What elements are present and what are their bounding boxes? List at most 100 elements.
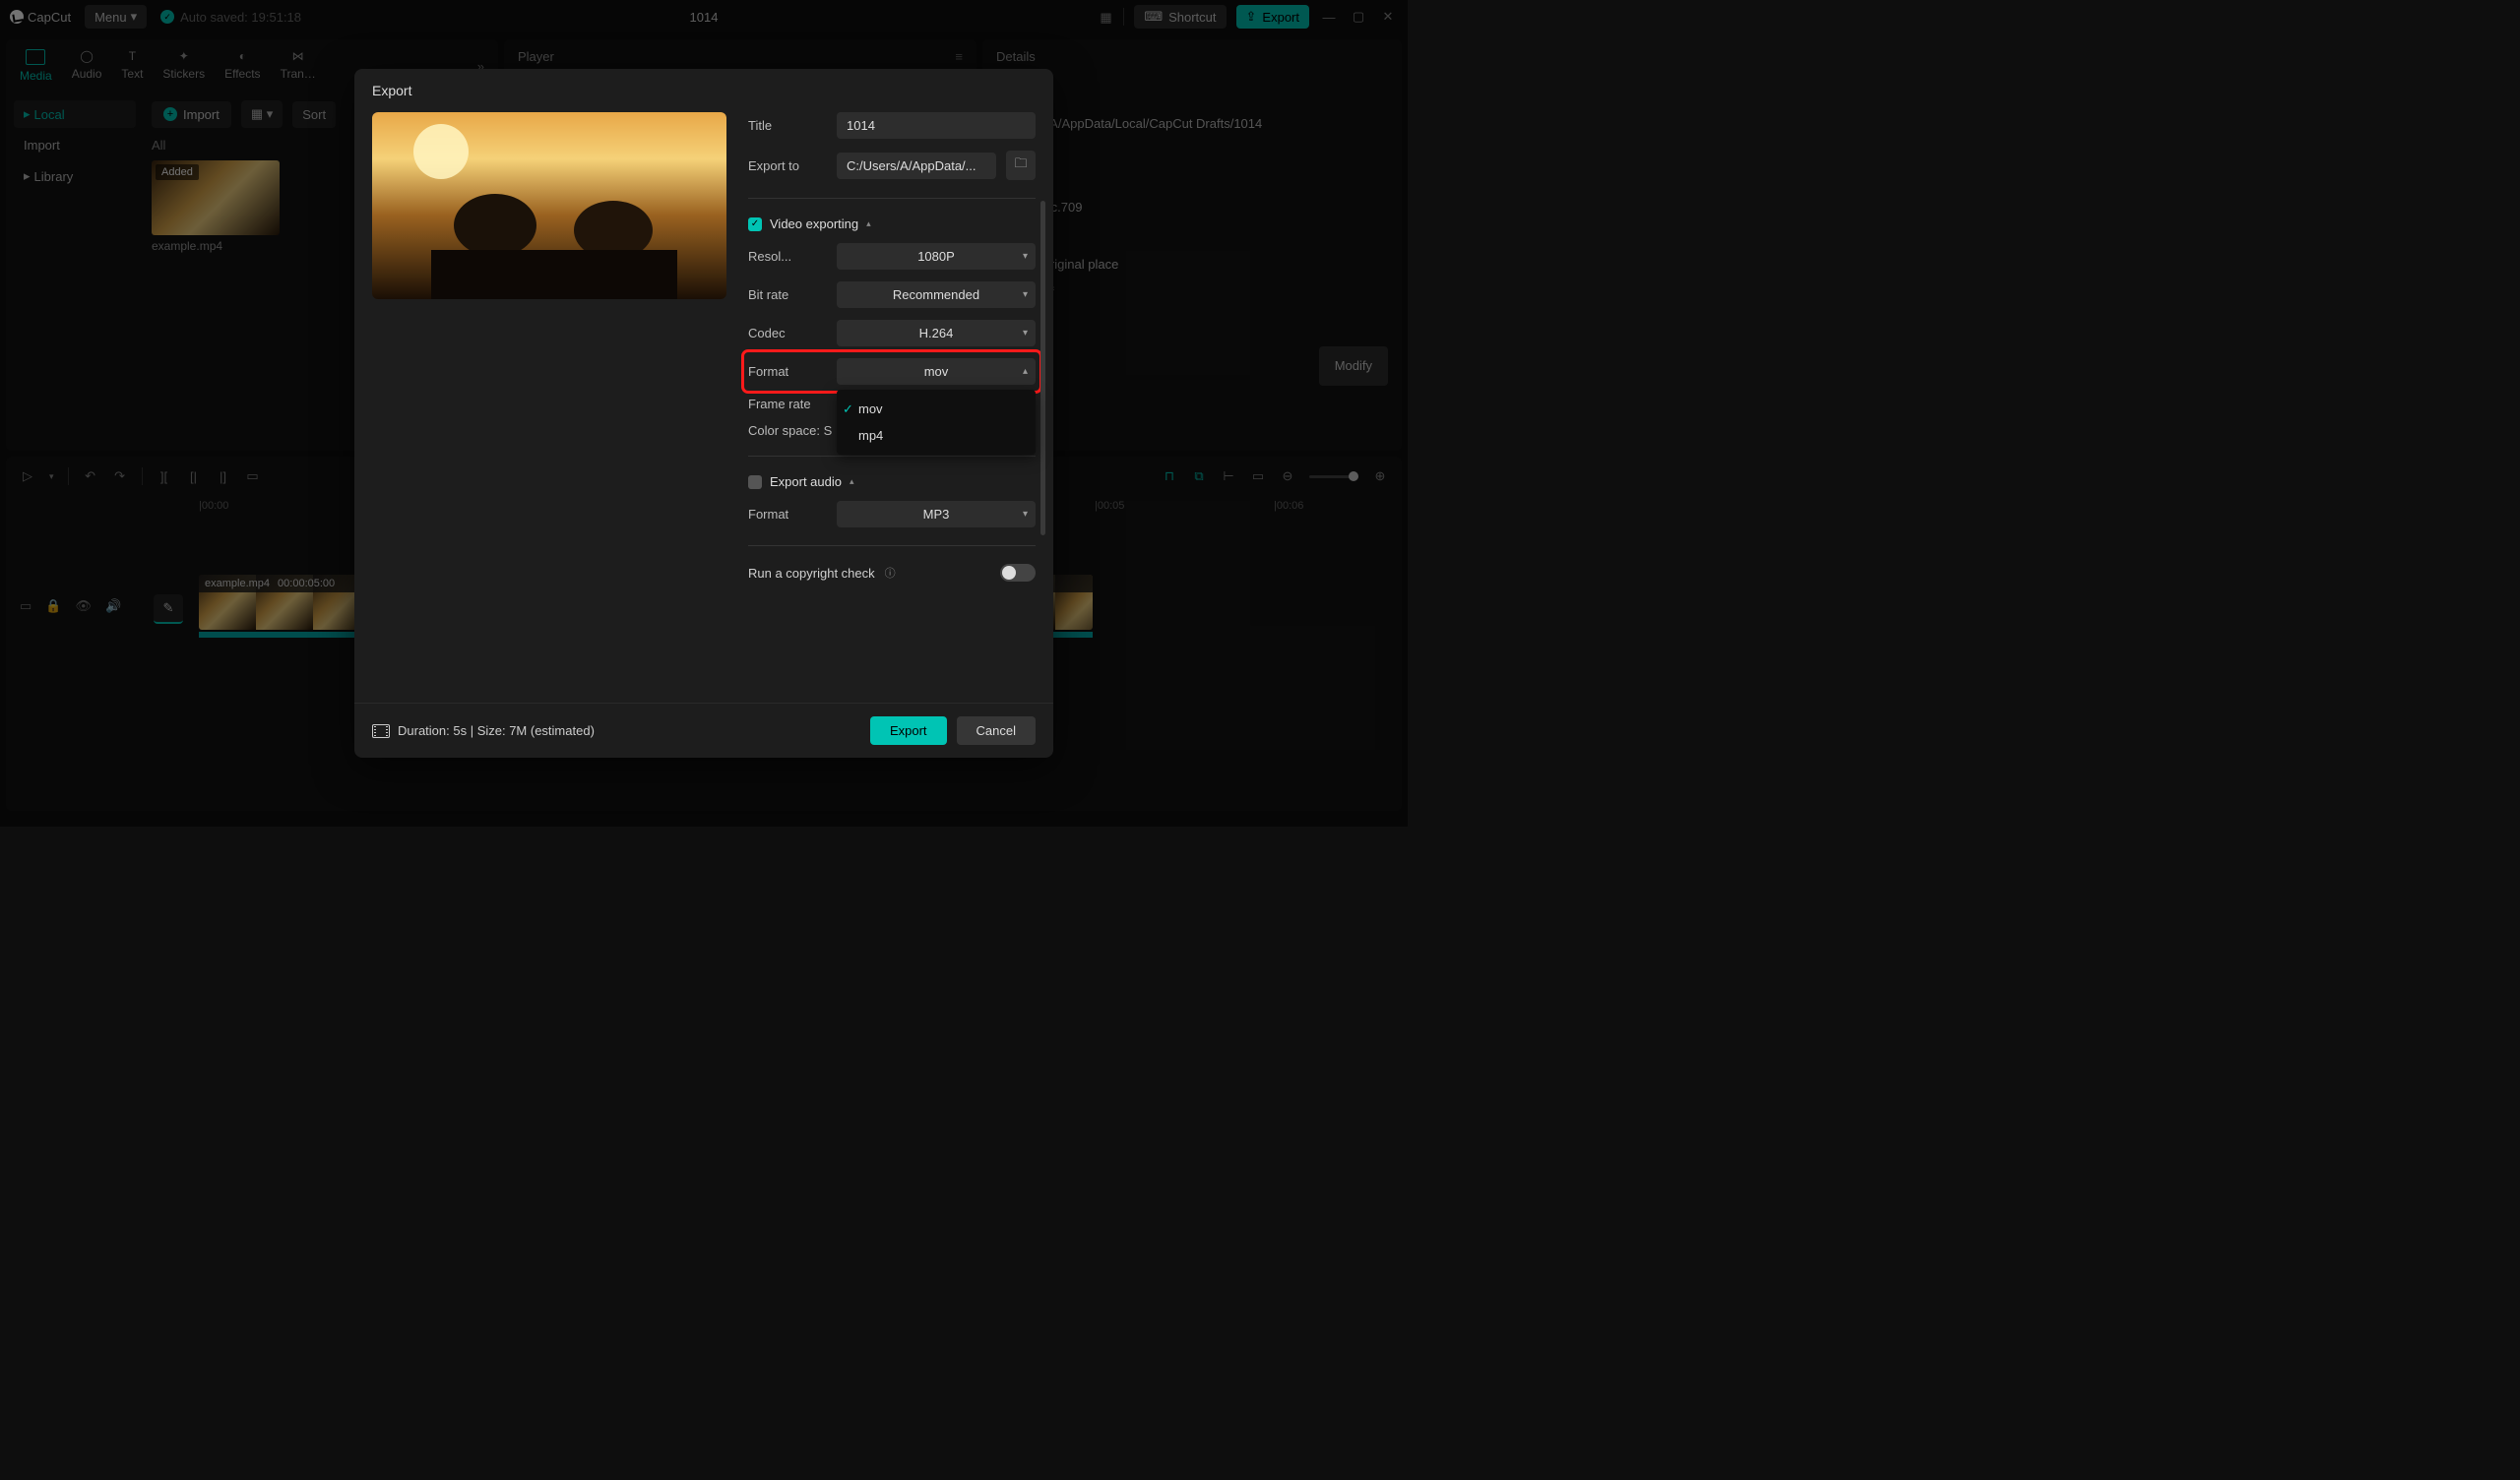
codec-label: Codec <box>748 326 827 340</box>
format-select[interactable]: mov▴ <box>837 358 1036 385</box>
resolution-label: Resol... <box>748 249 827 264</box>
plus-icon: + <box>163 107 177 121</box>
resolution-select[interactable]: 1080P▾ <box>837 243 1036 270</box>
audio-icon: ◯ <box>80 49 93 63</box>
sidenav-local[interactable]: ▸Local <box>14 100 136 128</box>
folder-icon: 🗀 <box>1014 154 1027 176</box>
format-row: Format mov▴ <box>746 354 1038 389</box>
maximize-button[interactable]: ▢ <box>1349 7 1368 27</box>
topbar-right: ▦ ⌨ Shortcut ⇪ Export — ▢ ✕ <box>1100 5 1398 29</box>
tab-effects[interactable]: ◐Effects <box>224 49 260 83</box>
separator <box>1123 8 1124 26</box>
browse-folder-button[interactable]: 🗀 <box>1006 151 1036 180</box>
track-controls: ▭ 🔒 👁 🔊 <box>20 598 121 614</box>
app-logo: CapCut <box>10 10 71 25</box>
title-input[interactable]: 1014 <box>837 112 1036 139</box>
autosave-status: ✓ Auto saved: 19:51:18 <box>160 10 301 25</box>
clip-name: example.mp4 <box>205 578 270 589</box>
link-icon[interactable]: ⧉ <box>1191 468 1207 484</box>
bitrate-select[interactable]: Recommended▾ <box>837 281 1036 308</box>
mute-icon[interactable]: 🔊 <box>105 598 121 614</box>
codec-select[interactable]: H.264▾ <box>837 320 1036 346</box>
export-icon: ⇪ <box>1246 9 1257 25</box>
audio-format-select[interactable]: MP3▾ <box>837 501 1036 527</box>
preview-illustration <box>372 112 726 299</box>
help-icon[interactable]: ⓘ <box>885 565 896 581</box>
view-mode[interactable]: ▦ ▾ <box>241 100 283 128</box>
details-sdr: SDR - Rec.709 <box>996 194 1388 222</box>
caret-icon: ▴ <box>850 476 854 487</box>
sidenav-import[interactable]: Import <box>14 132 136 158</box>
sidenav-library[interactable]: ▸Library <box>14 162 136 190</box>
tab-audio[interactable]: ◯Audio <box>72 49 102 83</box>
details-path: C:/Users/A/AppData/Local/CapCut Drafts/1… <box>996 110 1388 139</box>
shortcut-button[interactable]: ⌨ Shortcut <box>1134 5 1226 29</box>
bitrate-label: Bit rate <box>748 287 827 302</box>
media-thumb[interactable]: Added example.mp4 <box>152 160 280 253</box>
thumb-image: Added <box>152 160 280 235</box>
menu-button[interactable]: Menu ▾ <box>85 5 147 29</box>
effects-icon: ◐ <box>239 49 246 63</box>
exportto-input[interactable]: C:/Users/A/AppData/... <box>837 153 996 179</box>
clip-timecode: 00:00:05:00 <box>278 578 335 589</box>
pointer-tool-icon[interactable]: ▷ <box>20 468 35 484</box>
video-section-header[interactable]: ✓ Video exporting ▴ <box>748 216 1036 231</box>
title-label: Title <box>748 118 827 133</box>
player-title: Player <box>518 49 554 64</box>
exportto-label: Export to <box>748 158 827 173</box>
capcut-icon <box>10 10 24 24</box>
media-icon <box>26 49 45 65</box>
preview-icon[interactable]: ▭ <box>1250 468 1266 484</box>
chevron-down-icon[interactable]: ▾ <box>49 471 54 482</box>
project-title: 1014 <box>690 10 719 25</box>
details-adapted: Adapted <box>996 166 1388 195</box>
close-button[interactable]: ✕ <box>1378 7 1398 27</box>
import-button[interactable]: +Import <box>152 101 231 128</box>
expand-icon[interactable]: ▭ <box>20 598 32 614</box>
visibility-icon[interactable]: 👁 <box>75 598 92 614</box>
app-name: CapCut <box>28 10 71 25</box>
sort-select[interactable]: Sort <box>292 101 336 128</box>
zoom-out-icon[interactable]: ⊖ <box>1280 468 1295 484</box>
divider <box>748 456 1036 457</box>
details-fps: 30.00fps <box>996 222 1388 251</box>
split-icon[interactable]: ][ <box>157 468 172 484</box>
magnet-icon[interactable]: ⊓ <box>1162 468 1177 484</box>
modify-button[interactable]: Modify <box>1319 346 1388 387</box>
copyright-row: Run a copyright check ⓘ <box>748 564 1036 582</box>
minimize-button[interactable]: — <box>1319 7 1339 27</box>
layout-icon[interactable]: ▦ <box>1100 10 1113 24</box>
scrollbar[interactable] <box>1040 201 1045 535</box>
checkbox-off-icon[interactable] <box>748 475 762 489</box>
marker-icon[interactable]: ⊢ <box>1221 468 1236 484</box>
zoom-slider[interactable] <box>1309 475 1358 478</box>
export-button[interactable]: ⇪ Export <box>1236 5 1309 29</box>
modal-footer: Duration: 5s | Size: 7M (estimated) Expo… <box>354 703 1053 758</box>
cancel-button[interactable]: Cancel <box>957 716 1036 745</box>
added-badge: Added <box>156 164 199 180</box>
undo-icon[interactable]: ↶ <box>83 468 98 484</box>
trim-left-icon[interactable]: [| <box>186 468 202 484</box>
checkbox-on-icon[interactable]: ✓ <box>748 217 762 231</box>
tab-transition[interactable]: ⋈Tran… <box>281 49 316 83</box>
tab-text[interactable]: TText <box>121 49 143 83</box>
format-option-mov[interactable]: mov <box>837 396 1036 422</box>
trim-right-icon[interactable]: |] <box>216 468 231 484</box>
format-option-mp4[interactable]: mp4 <box>837 422 1036 449</box>
tab-media[interactable]: Media <box>20 49 52 83</box>
delete-icon[interactable]: ▭ <box>245 468 261 484</box>
copyright-toggle[interactable] <box>1000 564 1036 582</box>
zoom-in-icon[interactable]: ⊕ <box>1372 468 1388 484</box>
edit-track-button[interactable]: ✎ <box>154 594 183 624</box>
copyright-label: Run a copyright check <box>748 566 875 581</box>
transition-icon: ⋈ <box>292 49 304 63</box>
hamburger-icon[interactable]: ≡ <box>955 49 963 64</box>
export-confirm-button[interactable]: Export <box>870 716 947 745</box>
chevron-down-icon: ▾ <box>1023 289 1028 300</box>
tab-stickers[interactable]: ✦Stickers <box>162 49 205 83</box>
format-dropdown: mov mp4 <box>837 390 1036 455</box>
audio-section-header[interactable]: Export audio ▴ <box>748 474 1036 489</box>
keyboard-icon: ⌨ <box>1144 9 1163 25</box>
redo-icon[interactable]: ↷ <box>112 468 128 484</box>
lock-icon[interactable]: 🔒 <box>45 598 61 614</box>
